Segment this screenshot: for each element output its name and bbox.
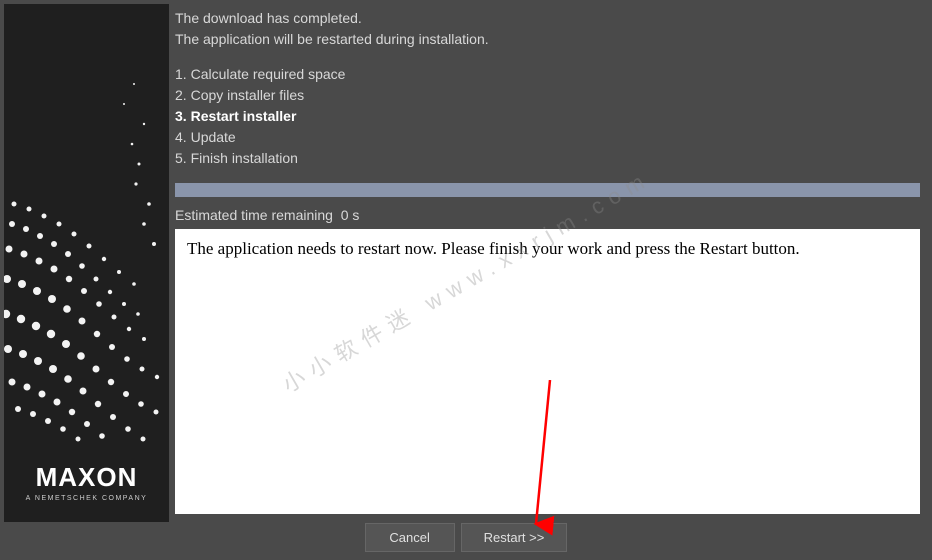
brand-tagline: A NEMETSCHEK COMPANY bbox=[4, 495, 169, 502]
sidebar-graphic-panel: MAXON A NEMETSCHEK COMPANY bbox=[4, 4, 169, 522]
cancel-button[interactable]: Cancel bbox=[365, 523, 455, 552]
time-remaining-label: Estimated time remaining 0 s bbox=[175, 207, 920, 223]
brand-name: MAXON bbox=[4, 462, 169, 493]
step-item: 4. Update bbox=[175, 127, 920, 148]
content-panel: The download has completed. The applicat… bbox=[169, 0, 932, 518]
restart-message: The application needs to restart now. Pl… bbox=[187, 239, 800, 258]
step-item: 1. Calculate required space bbox=[175, 64, 920, 85]
installer-window: MAXON A NEMETSCHEK COMPANY The download … bbox=[0, 0, 932, 518]
header-text: The download has completed. The applicat… bbox=[175, 8, 920, 50]
progress-bar-fill bbox=[175, 183, 920, 197]
install-steps-list: 1. Calculate required space 2. Copy inst… bbox=[175, 64, 920, 169]
step-item: 5. Finish installation bbox=[175, 148, 920, 169]
button-bar: Cancel Restart >> bbox=[0, 523, 932, 552]
step-item-current: 3. Restart installer bbox=[175, 106, 920, 127]
message-panel: The application needs to restart now. Pl… bbox=[175, 229, 920, 514]
dots-wave-graphic bbox=[4, 4, 169, 522]
step-item: 2. Copy installer files bbox=[175, 85, 920, 106]
header-line-2: The application will be restarted during… bbox=[175, 29, 920, 50]
progress-bar bbox=[175, 183, 920, 197]
restart-button[interactable]: Restart >> bbox=[461, 523, 568, 552]
header-line-1: The download has completed. bbox=[175, 8, 920, 29]
brand-logo: MAXON A NEMETSCHEK COMPANY bbox=[4, 462, 169, 502]
